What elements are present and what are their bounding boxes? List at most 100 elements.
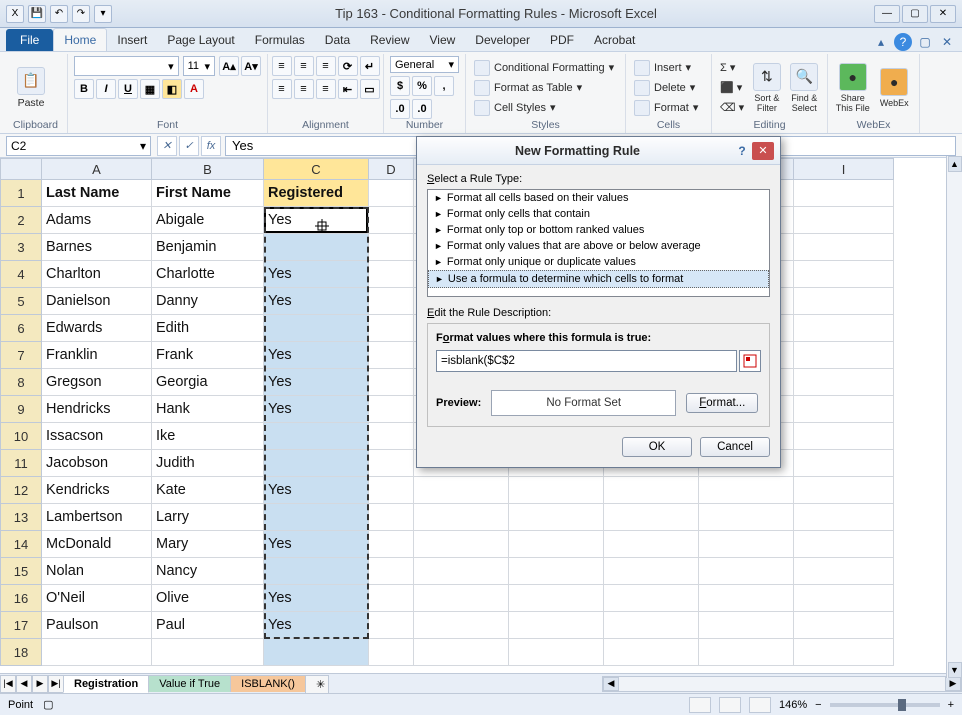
- cell[interactable]: [794, 423, 894, 450]
- cell[interactable]: Hank: [152, 396, 264, 423]
- format-button[interactable]: Format...: [686, 393, 758, 413]
- font-size-selector[interactable]: 11▾: [183, 56, 215, 76]
- row-header[interactable]: 11: [0, 450, 42, 477]
- cell[interactable]: Georgia: [152, 369, 264, 396]
- scroll-up-icon[interactable]: ▲: [948, 156, 962, 172]
- decrease-indent-icon[interactable]: ⇤: [338, 79, 358, 99]
- cell[interactable]: [369, 315, 414, 342]
- bold-button[interactable]: B: [74, 79, 94, 99]
- cell[interactable]: [794, 504, 894, 531]
- column-header[interactable]: A: [42, 158, 152, 180]
- clear-button[interactable]: ⌫ ▾: [718, 99, 746, 117]
- cell[interactable]: [264, 234, 369, 261]
- dialog-close-button[interactable]: ✕: [752, 142, 774, 160]
- tab-developer[interactable]: Developer: [465, 29, 540, 51]
- column-header[interactable]: D: [369, 158, 414, 180]
- cell[interactable]: Lambertson: [42, 504, 152, 531]
- cell[interactable]: [152, 639, 264, 666]
- cell[interactable]: Yes: [264, 288, 369, 315]
- cell[interactable]: Larry: [152, 504, 264, 531]
- cell[interactable]: [414, 477, 509, 504]
- cell[interactable]: [794, 369, 894, 396]
- cell[interactable]: [699, 504, 794, 531]
- find-select-button[interactable]: 🔍Find & Select: [788, 63, 821, 113]
- cell[interactable]: [794, 639, 894, 666]
- row-header[interactable]: 6: [0, 315, 42, 342]
- horizontal-scrollbar[interactable]: ◀ ▶: [602, 676, 962, 692]
- cell[interactable]: Yes: [264, 477, 369, 504]
- maximize-button[interactable]: ▢: [902, 5, 928, 23]
- vertical-scrollbar[interactable]: ▲ ▼: [946, 156, 962, 678]
- delete-cells-button[interactable]: Delete ▾: [632, 79, 700, 97]
- cell[interactable]: [699, 639, 794, 666]
- cell[interactable]: [794, 180, 894, 207]
- cell[interactable]: Judith: [152, 450, 264, 477]
- cell-styles-button[interactable]: Cell Styles ▾: [472, 99, 616, 117]
- tab-acrobat[interactable]: Acrobat: [584, 29, 645, 51]
- cell[interactable]: [794, 531, 894, 558]
- column-header[interactable]: C: [264, 158, 369, 180]
- align-top-icon[interactable]: ≡: [272, 56, 292, 76]
- zoom-slider[interactable]: [830, 703, 940, 707]
- cell[interactable]: Yes: [264, 612, 369, 639]
- cell[interactable]: Last Name: [42, 180, 152, 207]
- cell[interactable]: First Name: [152, 180, 264, 207]
- cell[interactable]: Frank: [152, 342, 264, 369]
- scroll-down-icon[interactable]: ▼: [948, 662, 962, 678]
- fill-button[interactable]: ⬛ ▾: [718, 79, 746, 97]
- cell[interactable]: [369, 504, 414, 531]
- row-header[interactable]: 7: [0, 342, 42, 369]
- insert-cells-button[interactable]: Insert ▾: [632, 59, 700, 77]
- align-middle-icon[interactable]: ≡: [294, 56, 314, 76]
- cell[interactable]: [369, 207, 414, 234]
- cell[interactable]: [369, 612, 414, 639]
- tab-page-layout[interactable]: Page Layout: [157, 29, 244, 51]
- cell[interactable]: Danny: [152, 288, 264, 315]
- row-header[interactable]: 10: [0, 423, 42, 450]
- rule-type-item[interactable]: ►Format all cells based on their values: [428, 190, 769, 206]
- sheet-tab-isblank[interactable]: ISBLANK(): [230, 675, 306, 692]
- align-bottom-icon[interactable]: ≡: [316, 56, 336, 76]
- column-header[interactable]: B: [152, 158, 264, 180]
- tab-view[interactable]: View: [420, 29, 466, 51]
- cell[interactable]: Yes: [264, 369, 369, 396]
- cell[interactable]: [794, 342, 894, 369]
- window-close-icon[interactable]: ✕: [938, 33, 956, 51]
- align-center-icon[interactable]: ≡: [294, 79, 314, 99]
- column-header[interactable]: I: [794, 158, 894, 180]
- cell[interactable]: McDonald: [42, 531, 152, 558]
- share-file-button[interactable]: ●Share This File: [834, 63, 872, 113]
- cell[interactable]: [794, 612, 894, 639]
- tab-home[interactable]: Home: [53, 28, 107, 51]
- conditional-formatting-button[interactable]: Conditional Formatting ▾: [472, 59, 616, 77]
- cell[interactable]: Issacson: [42, 423, 152, 450]
- cell[interactable]: [42, 639, 152, 666]
- tab-insert[interactable]: Insert: [107, 29, 157, 51]
- cell[interactable]: [794, 288, 894, 315]
- file-tab[interactable]: File: [6, 29, 53, 51]
- cell[interactable]: [369, 396, 414, 423]
- webex-button[interactable]: ●WebEx: [876, 68, 914, 108]
- fill-color-button[interactable]: ◧: [162, 79, 182, 99]
- orientation-icon[interactable]: ⟳: [338, 56, 358, 76]
- percent-icon[interactable]: %: [412, 76, 432, 96]
- increase-font-icon[interactable]: A▴: [219, 56, 239, 76]
- cell[interactable]: [699, 531, 794, 558]
- cell[interactable]: [699, 558, 794, 585]
- zoom-level[interactable]: 146%: [779, 699, 807, 711]
- cell[interactable]: [794, 450, 894, 477]
- cell[interactable]: [264, 558, 369, 585]
- cell[interactable]: [794, 477, 894, 504]
- sheet-tab-value-if-true[interactable]: Value if True: [148, 675, 231, 692]
- cell[interactable]: [604, 477, 699, 504]
- cell[interactable]: [604, 531, 699, 558]
- row-header[interactable]: 3: [0, 234, 42, 261]
- cell[interactable]: Yes: [264, 342, 369, 369]
- cell[interactable]: [604, 639, 699, 666]
- cell[interactable]: [414, 639, 509, 666]
- cell[interactable]: [369, 369, 414, 396]
- cell[interactable]: Olive: [152, 585, 264, 612]
- cell[interactable]: [369, 423, 414, 450]
- tab-data[interactable]: Data: [315, 29, 360, 51]
- border-button[interactable]: ▦: [140, 79, 160, 99]
